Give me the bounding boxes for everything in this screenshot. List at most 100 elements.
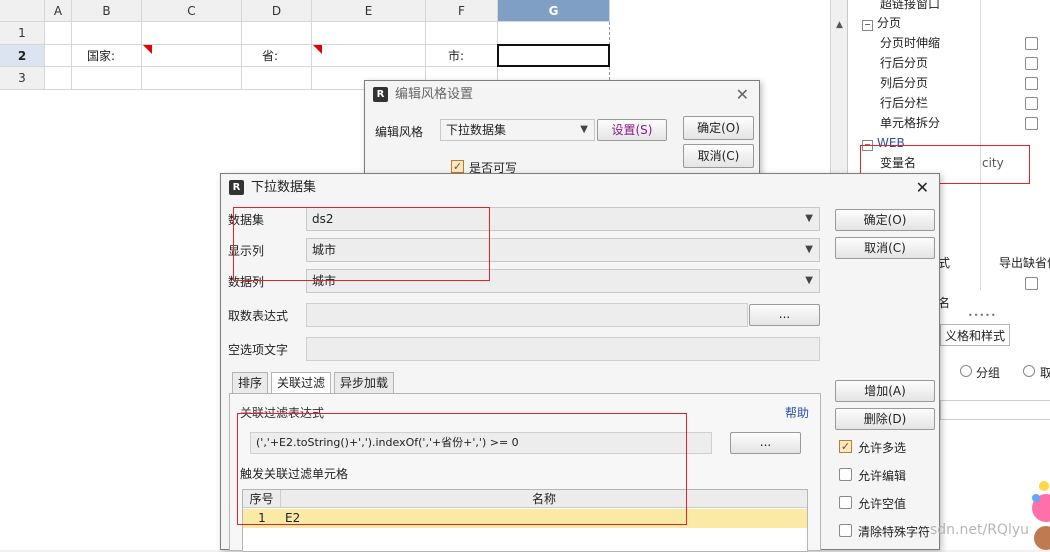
clear-special-chars-checkbox[interactable]	[839, 524, 852, 537]
cell-b3[interactable]	[72, 67, 142, 90]
help-link[interactable]: 帮助	[785, 404, 809, 421]
display-column-combo[interactable]: 城市 ▼	[306, 238, 820, 262]
cell-f1[interactable]	[426, 22, 498, 45]
dataset-label: 数据集	[228, 213, 265, 227]
col-header-d[interactable]: D	[242, 0, 312, 22]
trigger-cells-table: 序号 名称 1 E2	[242, 489, 808, 552]
writable-checkbox[interactable]: ✓	[451, 160, 464, 173]
dataset-combo-value: ds2	[312, 212, 334, 226]
col-header-e[interactable]: E	[312, 0, 426, 22]
fetch-expression-label: 取数表达式	[228, 309, 289, 323]
panel-item-label: 行后分页	[880, 56, 929, 70]
chevron-down-icon: ▼	[805, 244, 813, 255]
allow-edit-label: 允许编辑	[858, 469, 907, 483]
other-radio-label: 取	[1040, 366, 1050, 380]
row-header-2[interactable]: 2	[0, 45, 45, 67]
mascot-icon	[1032, 481, 1050, 550]
cell-d3[interactable]	[242, 67, 312, 90]
collapse-icon[interactable]: −	[862, 20, 873, 31]
close-icon[interactable]: ✕	[916, 178, 929, 197]
panel-item-hyperlink-window[interactable]: 超链接窗口	[880, 0, 1050, 14]
allow-multi-select-checkbox[interactable]: ✓	[839, 440, 852, 453]
tab-async-load[interactable]: 异步加载	[334, 372, 395, 393]
row-page-break-checkbox[interactable]	[1025, 57, 1038, 70]
style-cancel-button[interactable]: 取消(C)	[683, 144, 754, 168]
col-header-c[interactable]: C	[142, 0, 242, 22]
table-header-no: 序号	[243, 490, 281, 508]
filter-expression-input[interactable]: (','+E2.toString()+',').indexOf(','+省份+'…	[250, 432, 712, 454]
corner-cell[interactable]	[0, 0, 45, 22]
row-header-3[interactable]: 3	[0, 67, 45, 90]
empty-option-label: 空选项文字	[228, 343, 289, 357]
panel-section-label: WEB	[877, 136, 905, 150]
cell-e2[interactable]	[312, 45, 426, 67]
panel-item-label: 单元格拆分	[880, 116, 941, 130]
add-button[interactable]: 增加(A)	[835, 380, 935, 402]
table-row-no[interactable]: 1	[243, 509, 281, 528]
cell-f2[interactable]: 市:	[426, 45, 498, 67]
variable-name-value[interactable]: city	[982, 153, 1004, 173]
scroll-up-icon[interactable]: ▲	[833, 20, 846, 36]
allow-multi-select-label: 允许多选	[858, 441, 907, 455]
panel-section-label: 分页	[877, 16, 902, 30]
col-header-f[interactable]: F	[426, 0, 498, 22]
panel-section-pagination[interactable]: − 分页	[862, 13, 1050, 33]
chevron-down-icon: ▼	[805, 275, 813, 286]
cell-b1[interactable]	[72, 22, 142, 45]
data-column-combo[interactable]: 城市 ▼	[306, 269, 820, 293]
fetch-expression-input[interactable]	[306, 303, 748, 327]
col-header-a[interactable]: A	[45, 0, 72, 22]
panel-input[interactable]	[940, 400, 1050, 420]
cell-d1[interactable]	[242, 22, 312, 45]
empty-option-input[interactable]	[306, 337, 820, 361]
panel-tab-format[interactable]: 义格和样式	[940, 324, 1010, 346]
group-radio[interactable]	[960, 365, 972, 377]
page-stretch-checkbox[interactable]	[1025, 37, 1038, 50]
edit-style-dialog-title: 编辑风格设置	[395, 87, 474, 102]
cell-a1[interactable]	[45, 22, 72, 45]
edit-style-combo-value: 下拉数据集	[446, 123, 507, 137]
style-ok-button[interactable]: 确定(O)	[683, 116, 754, 140]
panel-section-web[interactable]: − WEB	[862, 133, 1050, 153]
other-radio[interactable]	[1023, 365, 1035, 377]
cell-c3[interactable]	[142, 67, 242, 90]
panel-item-label: 行后分栏	[880, 96, 929, 110]
cell-split-checkbox[interactable]	[1025, 117, 1038, 130]
filter-expression-label: 关联过滤表达式	[240, 406, 325, 420]
allow-empty-checkbox[interactable]	[839, 496, 852, 509]
filter-expression-browse-button[interactable]: ...	[730, 432, 801, 454]
panel-item-variable-name[interactable]: 变量名	[880, 153, 1050, 173]
cell-g2-selected[interactable]	[497, 44, 610, 67]
cell-b2[interactable]: 国家:	[72, 45, 142, 67]
edit-style-combo[interactable]: 下拉数据集 ▼	[440, 119, 595, 141]
table-row-name[interactable]: E2	[281, 509, 807, 528]
settings-button[interactable]: 设置(S)	[597, 119, 667, 141]
export-default-checkbox[interactable]	[1025, 277, 1038, 290]
collapse-icon[interactable]: −	[862, 140, 873, 151]
watermark: sdn.net/RQlyu	[930, 522, 1029, 538]
cell-d2[interactable]: 省:	[242, 45, 312, 67]
row-header-1[interactable]: 1	[0, 22, 45, 45]
col-header-b[interactable]: B	[72, 0, 142, 22]
dataset-ok-button[interactable]: 确定(O)	[835, 209, 935, 231]
allow-edit-checkbox[interactable]	[839, 468, 852, 481]
col-header-g[interactable]: G	[498, 0, 610, 22]
chevron-down-icon: ▼	[580, 124, 588, 135]
tab-linked-filter[interactable]: 关联过滤	[271, 372, 332, 393]
cell-a3[interactable]	[45, 67, 72, 90]
cell-c2[interactable]	[142, 45, 242, 67]
row-column-break-checkbox[interactable]	[1025, 97, 1038, 110]
cell-c1[interactable]	[142, 22, 242, 45]
splitter-handle[interactable]: •••••	[968, 312, 1008, 320]
delete-button[interactable]: 删除(D)	[835, 408, 935, 430]
close-icon[interactable]: ✕	[736, 85, 749, 104]
col-page-break-checkbox[interactable]	[1025, 77, 1038, 90]
tab-sort[interactable]: 排序	[232, 372, 269, 393]
cell-e1[interactable]	[312, 22, 426, 45]
panel-item-label: 分页时伸缩	[880, 36, 941, 50]
dataset-combo[interactable]: ds2 ▼	[306, 207, 820, 231]
dataset-cancel-button[interactable]: 取消(C)	[835, 237, 935, 259]
fetch-expression-browse-button[interactable]: ...	[749, 304, 820, 326]
cell-a2[interactable]	[45, 45, 72, 67]
cell-g1[interactable]	[498, 22, 610, 45]
